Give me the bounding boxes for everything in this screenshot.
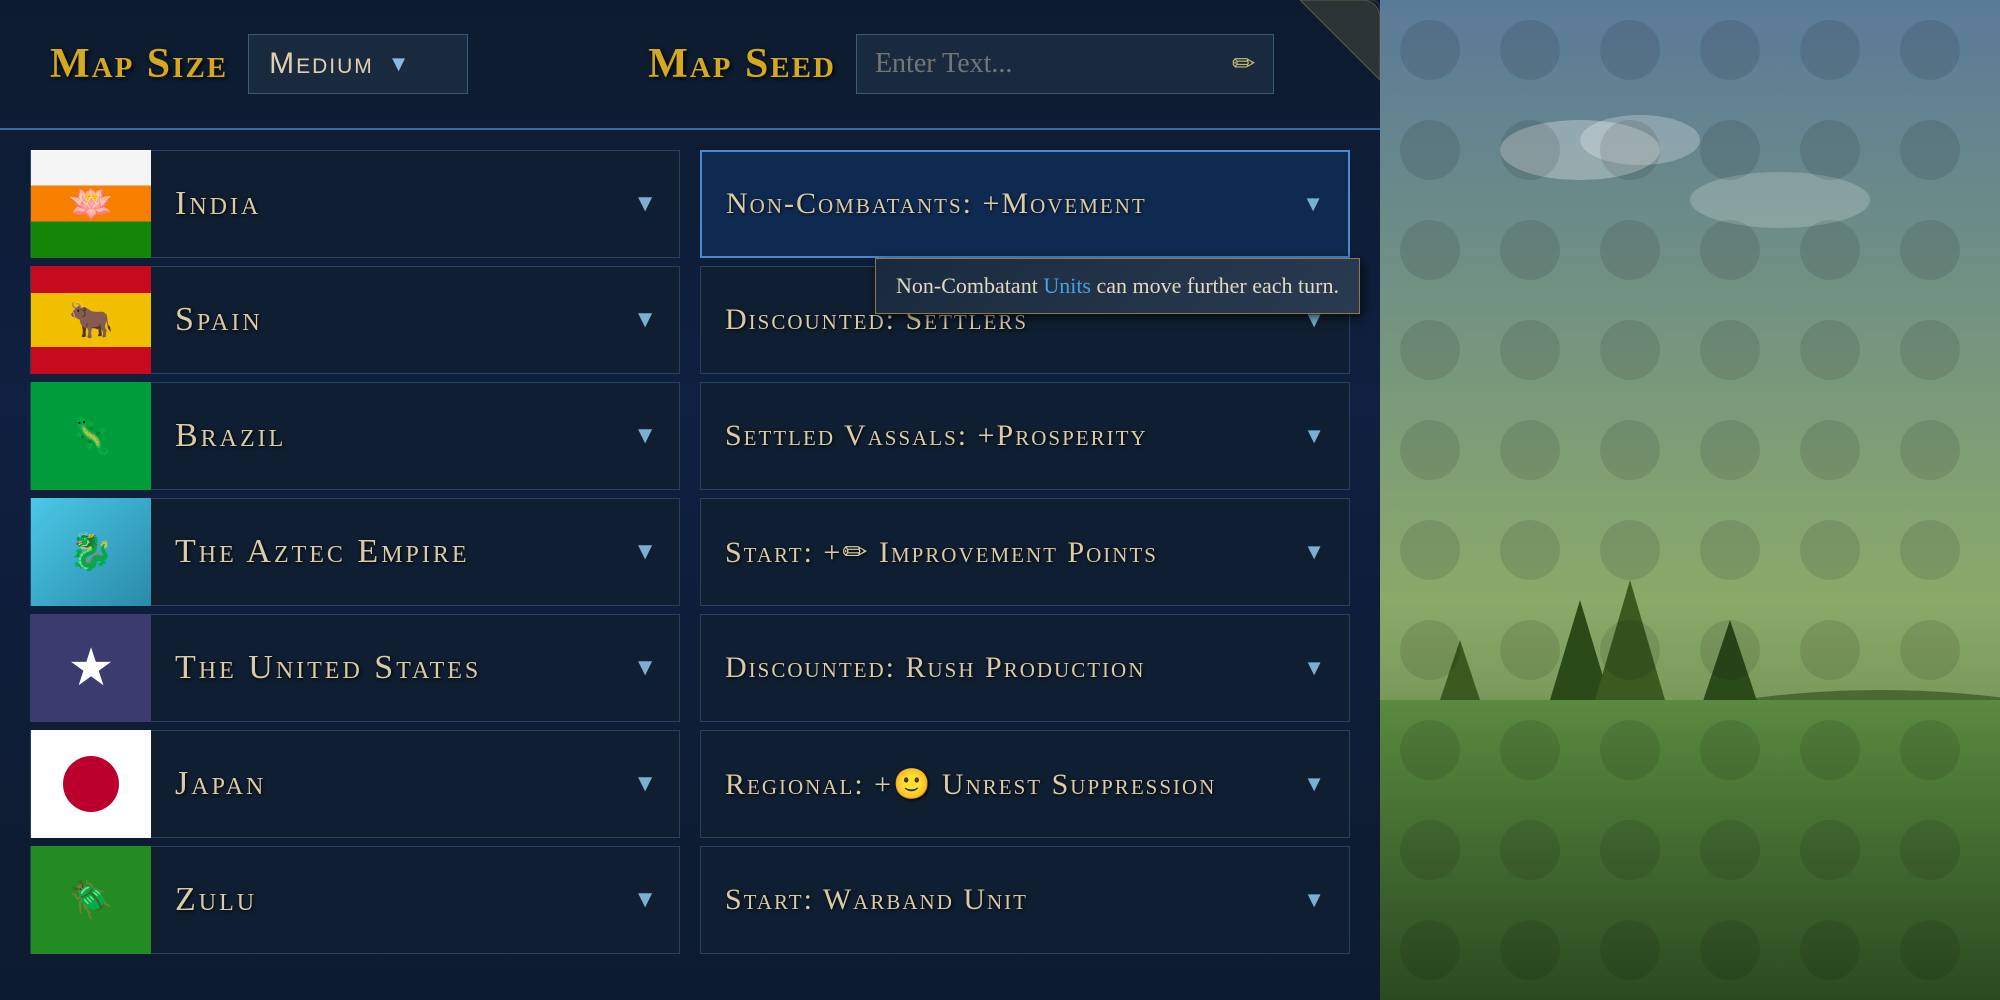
civ-row-spain[interactable]: 🐂 Spain ▼: [30, 266, 680, 374]
zulu-dropdown-icon: ▼: [633, 887, 679, 914]
ability-row-discounted-rush[interactable]: Discounted: Rush Production ▼: [700, 614, 1350, 722]
settled-vassals-dropdown-icon: ▼: [1289, 423, 1325, 449]
ability-row-non-combatants[interactable]: Non-Combatants: +Movement ▼: [700, 150, 1350, 258]
right-column: Non-Combatants: +Movement ▼ Non-Combatan…: [700, 150, 1350, 980]
india-dropdown-icon: ▼: [633, 191, 679, 218]
ability-row-settled-vassals[interactable]: Settled Vassals: +Prosperity ▼: [700, 382, 1350, 490]
civ-name-usa: The United States: [151, 649, 633, 687]
discounted-rush-dropdown-icon: ▼: [1289, 655, 1325, 681]
civ-row-zulu[interactable]: 🪲 Zulu ▼: [30, 846, 680, 954]
flag-zulu: 🪲: [31, 846, 151, 954]
map-size-arrow-icon: ▼: [388, 51, 412, 77]
top-bar: Map Size Medium ▼ Map Seed ✏: [0, 0, 1380, 130]
brazil-icon: 🦎: [69, 415, 114, 457]
civ-row-usa[interactable]: ★ The United States ▼: [30, 614, 680, 722]
aztec-icon: 🐉: [69, 531, 114, 573]
map-size-label: Map Size: [50, 40, 228, 88]
brazil-dropdown-icon: ▼: [633, 423, 679, 450]
seed-input[interactable]: [875, 48, 1218, 80]
regional-unrest-dropdown-icon: ▼: [1289, 771, 1325, 797]
tooltip-text-after: can move further each turn.: [1091, 273, 1339, 298]
ability-name-settled-vassals: Settled Vassals: +Prosperity: [725, 419, 1289, 453]
map-seed-label: Map Seed: [648, 40, 836, 88]
civ-name-japan: Japan: [151, 765, 633, 803]
civ-name-india: India: [151, 185, 633, 223]
civ-name-brazil: Brazil: [151, 417, 633, 455]
flag-india: 🪷: [31, 150, 151, 258]
ability-name-regional-unrest: Regional: +🙂 Unrest Suppression: [725, 767, 1289, 802]
aztec-dropdown-icon: ▼: [633, 539, 679, 566]
start-improvement-dropdown-icon: ▼: [1289, 539, 1325, 565]
main-panel: Map Size Medium ▼ Map Seed ✏ 🪷 India: [0, 0, 1380, 1000]
content-area: 🪷 India ▼ 🐂 Spain ▼ 🦎 Brazil ▼: [0, 130, 1380, 1000]
pencil-icon: ✏: [1232, 47, 1255, 81]
side-panel: [1380, 0, 2000, 1000]
india-icon: 🪷: [69, 183, 114, 225]
flag-brazil: 🦎: [31, 382, 151, 490]
usa-dropdown-icon: ▼: [633, 655, 679, 682]
civ-row-japan[interactable]: Japan ▼: [30, 730, 680, 838]
start-warband-dropdown-icon: ▼: [1289, 887, 1325, 913]
spain-dropdown-icon: ▼: [633, 307, 679, 334]
zulu-icon: 🪲: [69, 879, 114, 921]
ability-name-start-warband: Start: Warband Unit: [725, 883, 1289, 917]
civ-row-india[interactable]: 🪷 India ▼: [30, 150, 680, 258]
ability-row-start-warband[interactable]: Start: Warband Unit ▼: [700, 846, 1350, 954]
left-column: 🪷 India ▼ 🐂 Spain ▼ 🦎 Brazil ▼: [30, 150, 680, 980]
ability-row-regional-unrest[interactable]: Regional: +🙂 Unrest Suppression ▼: [700, 730, 1350, 838]
flag-usa: ★: [31, 614, 151, 722]
corner-decoration: [1300, 0, 1380, 80]
non-combatants-dropdown-icon: ▼: [1288, 191, 1324, 217]
tooltip-highlighted-word: Units: [1043, 273, 1091, 298]
civ-name-aztec: The Aztec Empire: [151, 533, 633, 571]
map-size-section: Map Size Medium ▼: [50, 34, 468, 94]
civ-name-spain: Spain: [151, 301, 633, 339]
tooltip-non-combatants: Non-Combatant Units can move further eac…: [875, 258, 1360, 314]
landscape-illustration: [1380, 0, 2000, 1000]
ability-name-discounted-rush: Discounted: Rush Production: [725, 651, 1289, 685]
map-seed-section: Map Seed ✏: [648, 34, 1274, 94]
spain-icon: 🐂: [69, 299, 114, 341]
civ-row-aztec[interactable]: 🐉 The Aztec Empire ▼: [30, 498, 680, 606]
flag-spain: 🐂: [31, 266, 151, 374]
flag-japan: [31, 730, 151, 838]
seed-input-wrapper: ✏: [856, 34, 1274, 94]
tooltip-text-before: Non-Combatant: [896, 273, 1043, 298]
flag-aztec: 🐉: [31, 498, 151, 606]
japan-dropdown-icon: ▼: [633, 771, 679, 798]
civ-row-brazil[interactable]: 🦎 Brazil ▼: [30, 382, 680, 490]
ability-name-non-combatants: Non-Combatants: +Movement: [726, 187, 1288, 221]
ability-name-start-improvement: Start: +✏ Improvement Points: [725, 535, 1289, 570]
map-size-dropdown[interactable]: Medium ▼: [248, 34, 468, 94]
usa-star-icon: ★: [68, 638, 115, 698]
map-size-value: Medium: [269, 47, 374, 81]
civ-name-zulu: Zulu: [151, 881, 633, 919]
japan-circle-icon: [63, 756, 119, 812]
ability-row-start-improvement[interactable]: Start: +✏ Improvement Points ▼: [700, 498, 1350, 606]
